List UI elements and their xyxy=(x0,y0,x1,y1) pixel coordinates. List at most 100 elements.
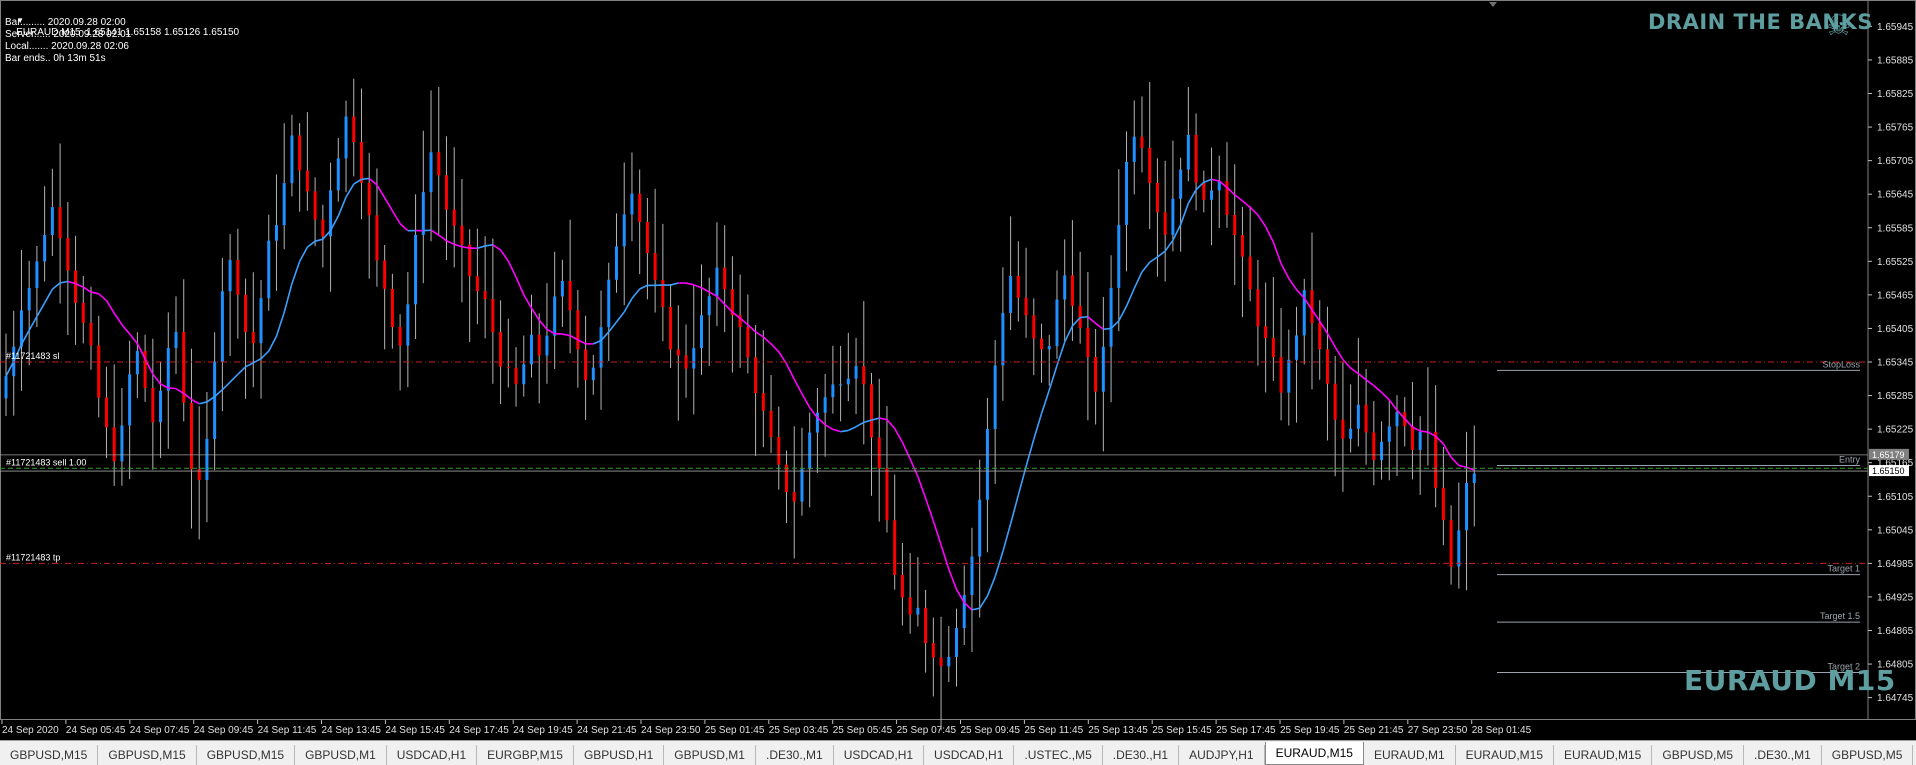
candle-body[interactable] xyxy=(630,193,634,215)
candle-body[interactable] xyxy=(1109,287,1113,347)
candle-body[interactable] xyxy=(135,351,139,375)
candle-body[interactable] xyxy=(1202,182,1206,200)
candle-body[interactable] xyxy=(839,384,843,386)
candle-body[interactable] xyxy=(584,349,588,381)
candle-body[interactable] xyxy=(792,492,796,502)
candle-body[interactable] xyxy=(1295,335,1299,360)
candle-body[interactable] xyxy=(862,366,866,385)
candle-body[interactable] xyxy=(576,310,580,350)
candle-body[interactable] xyxy=(1101,346,1105,392)
candle-body[interactable] xyxy=(1024,297,1028,316)
candle-body[interactable] xyxy=(684,355,688,369)
candle-body[interactable] xyxy=(955,628,959,657)
candle-body[interactable] xyxy=(251,332,255,344)
candle-body[interactable] xyxy=(298,135,302,171)
chart-tab[interactable]: AUDJPY,H1 xyxy=(1179,745,1265,765)
candle-body[interactable] xyxy=(746,327,750,358)
candle-body[interactable] xyxy=(854,366,858,379)
candle-body[interactable] xyxy=(166,348,170,391)
candle-body[interactable] xyxy=(151,388,155,423)
candle-body[interactable] xyxy=(259,298,263,344)
candle-body[interactable] xyxy=(205,438,209,480)
candle-body[interactable] xyxy=(669,306,673,350)
candle-body[interactable] xyxy=(908,597,912,615)
chart-tab[interactable]: GBPUSD,M15 xyxy=(98,745,197,765)
candle-body[interactable] xyxy=(406,304,410,346)
candle-body[interactable] xyxy=(699,315,703,349)
candle-body[interactable] xyxy=(43,234,47,262)
chart-tab[interactable]: GBPUSD,M1 xyxy=(664,745,756,765)
candle-body[interactable] xyxy=(1472,473,1476,484)
candle-body[interactable] xyxy=(808,432,812,470)
candle-body[interactable] xyxy=(537,334,541,356)
candle-body[interactable] xyxy=(947,656,951,667)
candle-body[interactable] xyxy=(1364,404,1368,433)
candle-body[interactable] xyxy=(1001,312,1005,366)
candle-body[interactable] xyxy=(1372,432,1376,461)
candle-body[interactable] xyxy=(893,520,897,575)
candle-body[interactable] xyxy=(1186,134,1190,170)
candle-body[interactable] xyxy=(777,437,781,465)
candle-body[interactable] xyxy=(27,287,31,311)
candle-body[interactable] xyxy=(1418,431,1422,450)
candle-body[interactable] xyxy=(359,142,363,183)
candle-body[interactable] xyxy=(267,240,271,299)
candle-body[interactable] xyxy=(514,367,518,385)
candle-body[interactable] xyxy=(560,280,564,297)
candle-body[interactable] xyxy=(321,219,325,237)
candle-body[interactable] xyxy=(769,410,773,438)
chart-tab-active[interactable]: EURAUD,M15 xyxy=(1264,742,1364,765)
candle-body[interactable] xyxy=(870,384,874,438)
candle-body[interactable] xyxy=(924,607,928,644)
candle-body[interactable] xyxy=(367,182,371,216)
candle-body[interactable] xyxy=(692,348,696,369)
candle-body[interactable] xyxy=(529,334,533,365)
candle-body[interactable] xyxy=(1233,215,1237,236)
candle-body[interactable] xyxy=(676,349,680,356)
candle-body[interactable] xyxy=(475,276,479,292)
chart-tab[interactable]: EURAUD,M15 xyxy=(1456,745,1554,765)
candle-body[interactable] xyxy=(1070,275,1074,306)
candle-body[interactable] xyxy=(831,384,835,398)
candle-body[interactable] xyxy=(1016,275,1020,298)
chart-tab[interactable]: USDCAD,H1 xyxy=(387,745,478,765)
candle-body[interactable] xyxy=(274,225,278,241)
candle-body[interactable] xyxy=(1086,327,1090,357)
candle-body[interactable] xyxy=(1171,198,1175,235)
candle-body[interactable] xyxy=(128,374,132,426)
candle-body[interactable] xyxy=(931,643,935,658)
candle-body[interactable] xyxy=(1356,404,1360,429)
chart-tab[interactable]: EURAUD,M1 xyxy=(1364,745,1456,765)
candle-body[interactable] xyxy=(1441,487,1445,521)
candle-body[interactable] xyxy=(1465,483,1469,531)
candle-body[interactable] xyxy=(1009,275,1013,313)
candle-body[interactable] xyxy=(444,175,448,210)
candle-body[interactable] xyxy=(1155,182,1159,213)
candle-body[interactable] xyxy=(993,365,997,430)
chart-tab[interactable]: .DE30.,H1 xyxy=(1103,745,1180,765)
chart-tab[interactable]: USDCAD,H1 xyxy=(834,745,925,765)
candle-body[interactable] xyxy=(159,390,163,423)
candle-body[interactable] xyxy=(1325,349,1329,384)
candle-body[interactable] xyxy=(1210,190,1214,200)
candle-body[interactable] xyxy=(1349,428,1353,439)
candle-body[interactable] xyxy=(1287,359,1291,393)
chart-tab[interactable]: GBPUSD,M15 xyxy=(0,745,99,765)
candle-body[interactable] xyxy=(189,402,193,470)
candle-body[interactable] xyxy=(978,499,982,557)
candle-body[interactable] xyxy=(1264,326,1268,339)
candle-body[interactable] xyxy=(723,267,727,290)
candle-body[interactable] xyxy=(1040,338,1044,350)
candle-body[interactable] xyxy=(1063,275,1067,300)
candle-body[interactable] xyxy=(383,260,387,289)
candle-body[interactable] xyxy=(846,378,850,385)
candle-body[interactable] xyxy=(1395,412,1399,427)
candle-body[interactable] xyxy=(491,299,495,333)
chart-tab[interactable]: GBPUSD,M1 xyxy=(295,745,387,765)
candle-body[interactable] xyxy=(398,327,402,346)
candle-body[interactable] xyxy=(452,209,456,226)
chart-shift-marker-icon[interactable] xyxy=(1489,2,1497,7)
candle-body[interactable] xyxy=(1047,346,1051,350)
candle-body[interactable] xyxy=(174,332,178,349)
candle-body[interactable] xyxy=(468,244,472,277)
